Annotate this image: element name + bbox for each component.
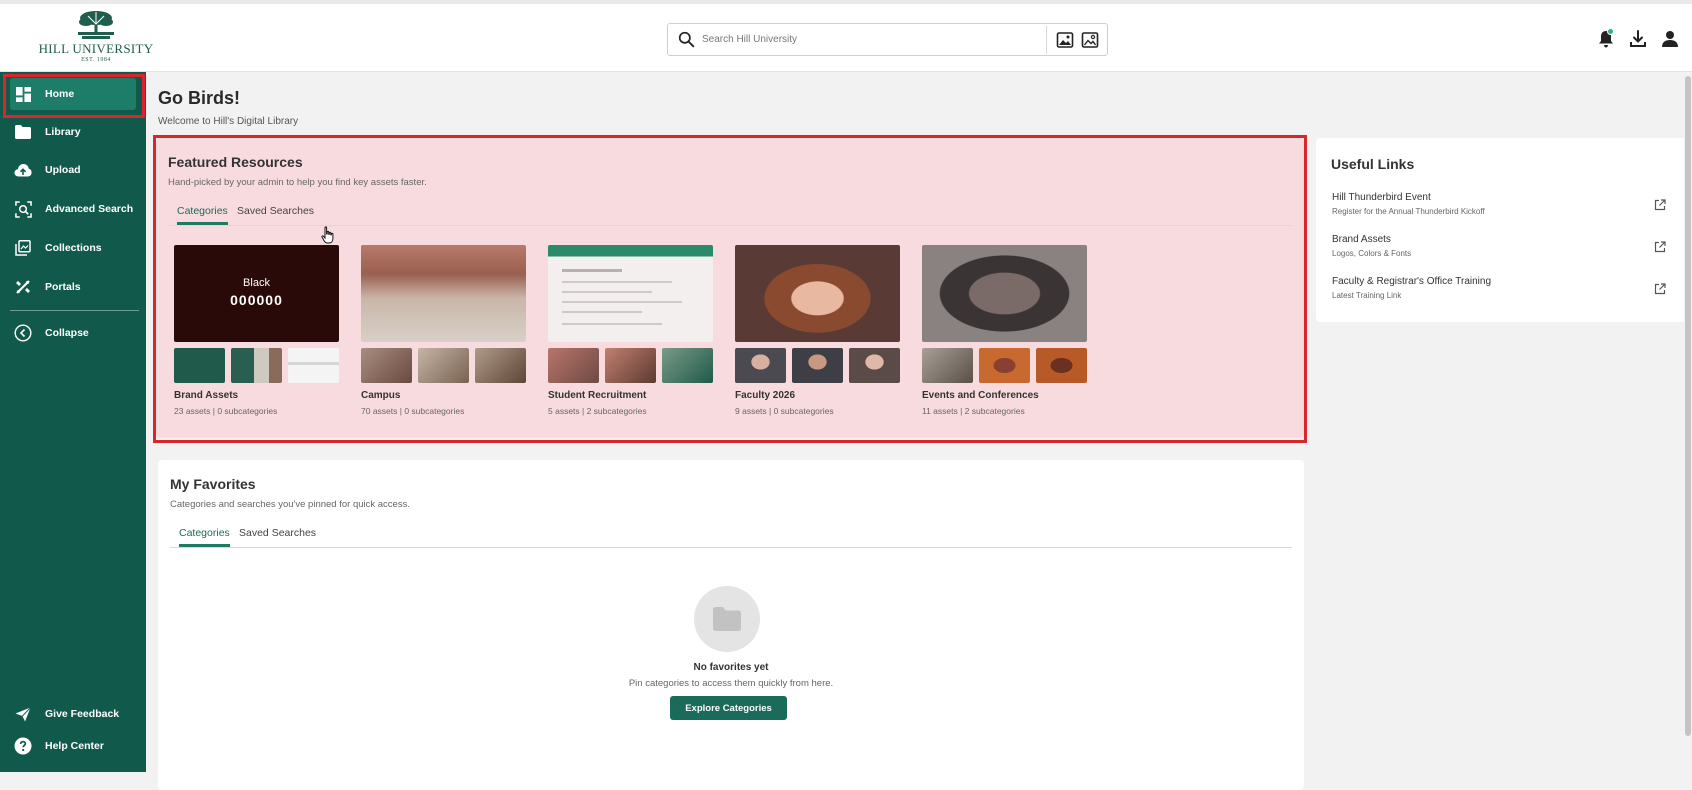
sidebar-item-advanced-search[interactable]: Advanced Search	[10, 193, 136, 225]
help-icon	[13, 736, 33, 756]
search-bar	[667, 23, 1108, 56]
link-subtitle: Latest Training Link	[1332, 291, 1402, 300]
useful-link-item[interactable]: Faculty & Registrar's Office Training La…	[1332, 276, 1670, 308]
cloud-upload-icon	[13, 160, 33, 180]
useful-link-item[interactable]: Hill Thunderbird Event Register for the …	[1332, 192, 1670, 224]
my-favorites-card: My Favorites Categories and searches you…	[158, 460, 1304, 790]
sidebar-item-label: Advanced Search	[45, 203, 134, 215]
empty-state-subtitle: Pin categories to access them quickly fr…	[628, 678, 834, 689]
logo-wordmark: HILL UNIVERSITY	[38, 41, 154, 56]
search-divider	[1046, 26, 1047, 54]
scrollbar-thumb[interactable]	[1685, 76, 1691, 736]
sidebar-collapse-button[interactable]: Collapse	[10, 317, 136, 349]
favorites-subtitle: Categories and searches you've pinned fo…	[170, 499, 410, 510]
empty-state-illustration	[694, 586, 760, 652]
sidebar: Home Library Upload Advanced Search Coll…	[0, 72, 146, 772]
sidebar-item-label: Collapse	[45, 327, 89, 339]
link-title: Hill Thunderbird Event	[1332, 192, 1431, 203]
tab-saved-searches[interactable]: Saved Searches	[239, 527, 316, 539]
favorites-tabs: Categories Saved Searches	[170, 520, 1292, 548]
link-title: Faculty & Registrar's Office Training	[1332, 276, 1492, 287]
sidebar-item-label: Portals	[45, 281, 81, 293]
sidebar-item-give-feedback[interactable]: Give Feedback	[10, 698, 136, 730]
useful-link-item[interactable]: Brand Assets Logos, Colors & Fonts	[1332, 234, 1670, 266]
link-title: Brand Assets	[1332, 234, 1391, 245]
sidebar-item-help-center[interactable]: Help Center	[10, 730, 136, 762]
chevron-left-circle-icon	[13, 323, 33, 343]
tree-logo-icon	[78, 11, 114, 39]
favorites-title: My Favorites	[170, 476, 256, 492]
sidebar-item-upload[interactable]: Upload	[10, 154, 136, 186]
sidebar-item-collections[interactable]: Collections	[10, 232, 136, 264]
folder-icon	[713, 607, 741, 631]
featured-highlight-outline	[153, 135, 1307, 443]
sidebar-item-label: Collections	[45, 242, 102, 254]
sidebar-item-label: Help Center	[45, 740, 104, 752]
main-content: Go Birds! Welcome to Hill's Digital Libr…	[146, 72, 1692, 790]
external-link-icon[interactable]	[1654, 283, 1666, 295]
page-title: Go Birds!	[158, 88, 241, 108]
tab-categories[interactable]: Categories	[179, 527, 230, 547]
portals-icon	[13, 277, 33, 297]
image-search-icon	[13, 199, 33, 219]
sidebar-item-library[interactable]: Library	[10, 116, 136, 148]
sidebar-item-label: Library	[45, 126, 81, 138]
home-highlight-outline	[3, 74, 145, 118]
useful-links-title: Useful Links	[1331, 156, 1415, 172]
sidebar-item-label: Upload	[45, 164, 81, 176]
empty-state-title: No favorites yet	[693, 662, 769, 673]
search-icon	[678, 31, 695, 48]
search-input[interactable]	[702, 25, 1038, 54]
folder-icon	[13, 122, 33, 142]
visual-search-icon[interactable]	[1081, 31, 1099, 49]
sidebar-item-label: Give Feedback	[45, 708, 120, 720]
image-search-icon[interactable]	[1056, 31, 1074, 49]
collections-icon	[13, 238, 33, 258]
logo-established: EST. 1984	[81, 57, 111, 63]
download-icon[interactable]	[1628, 29, 1648, 49]
sidebar-item-portals[interactable]: Portals	[10, 271, 136, 303]
explore-categories-button[interactable]: Explore Categories	[670, 696, 787, 720]
send-icon	[13, 704, 33, 724]
user-account-icon[interactable]	[1660, 29, 1680, 49]
link-subtitle: Logos, Colors & Fonts	[1332, 249, 1412, 258]
external-link-icon[interactable]	[1654, 241, 1666, 253]
link-subtitle: Register for the Annual Thunderbird Kick…	[1332, 207, 1485, 216]
useful-links-card: Useful Links Hill Thunderbird Event Regi…	[1316, 138, 1686, 322]
external-link-icon[interactable]	[1654, 199, 1666, 211]
page-subtitle: Welcome to Hill's Digital Library	[158, 116, 299, 127]
top-header: HILL UNIVERSITY EST. 1984	[0, 4, 1692, 72]
sidebar-divider	[10, 310, 139, 311]
hill-university-logo[interactable]: HILL UNIVERSITY EST. 1984	[36, 10, 156, 70]
notification-dot	[1607, 28, 1614, 35]
page-scrollbar[interactable]	[1684, 72, 1692, 772]
